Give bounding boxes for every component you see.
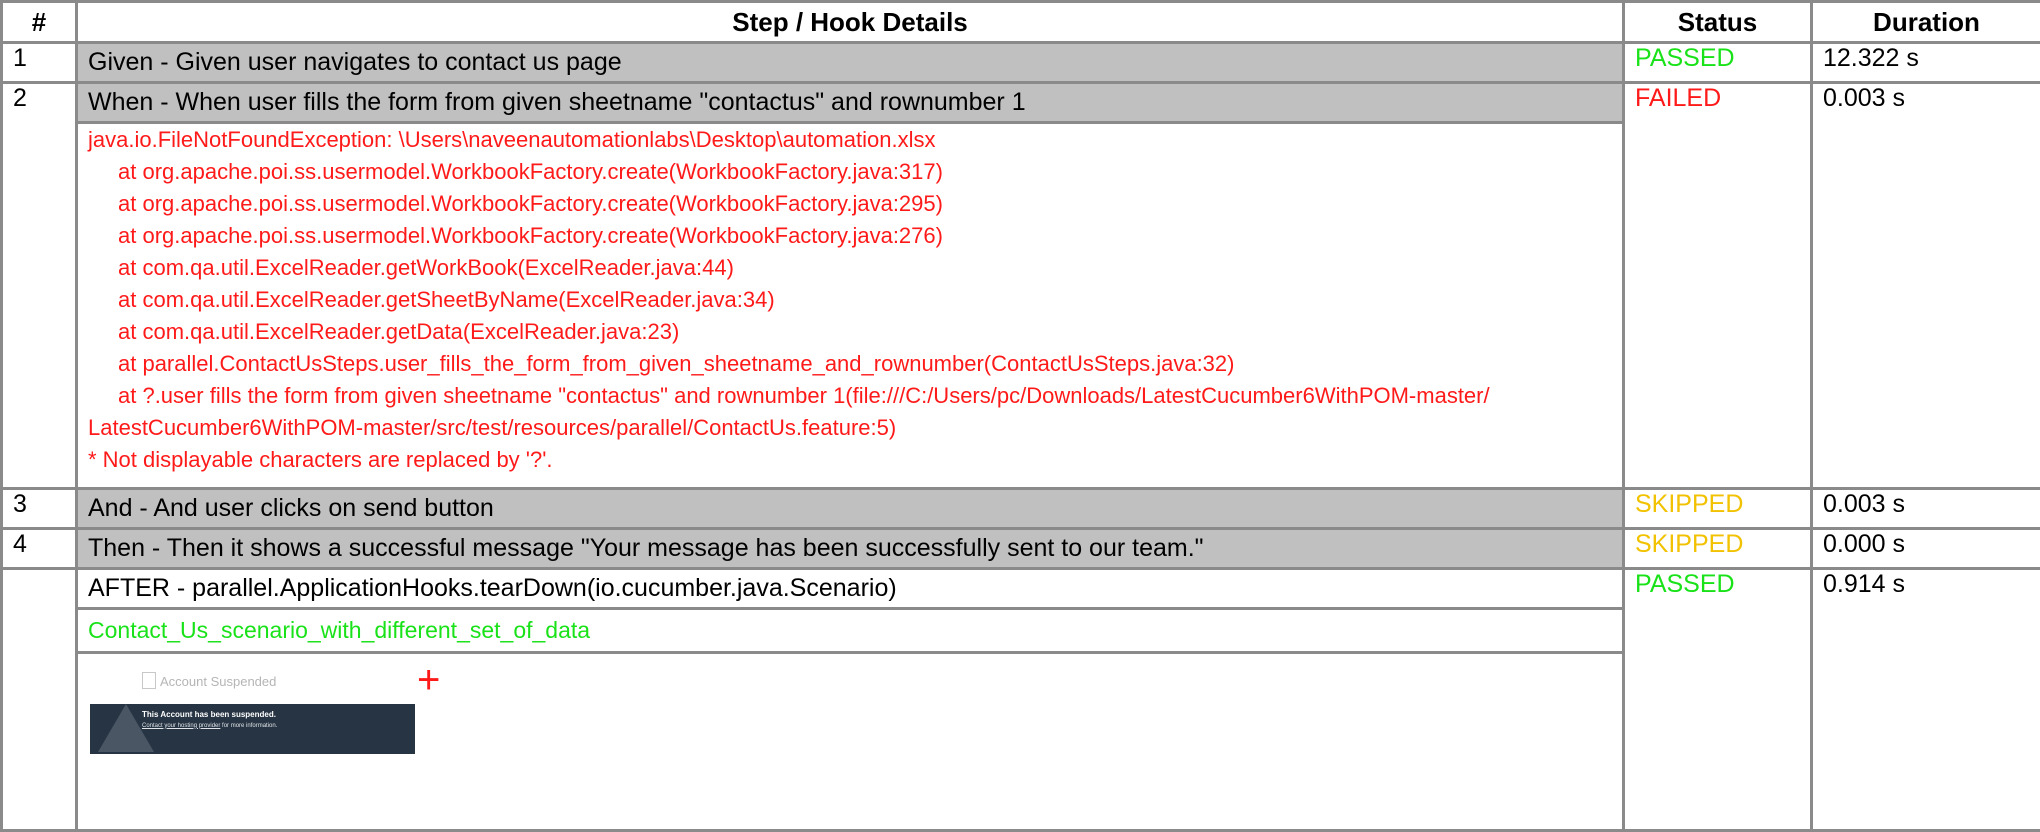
banner-link: Contact your hosting provider (142, 722, 221, 729)
thumbnail-title: Account Suspended (160, 673, 277, 689)
status-badge: SKIPPED (1622, 527, 1813, 570)
trace-line: at parallel.ContactUsSteps.user_fills_th… (118, 350, 1235, 376)
table-row: 3 And - And user clicks on send button S… (0, 487, 2040, 531)
step-duration: 0.003 s (1810, 487, 2040, 531)
table-row: 4 Then - Then it shows a successful mess… (0, 527, 2040, 570)
step-duration: 12.322 s (1810, 41, 2040, 84)
table-header-row: # Step / Hook Details Status Duration (0, 0, 2040, 44)
header-status: Status (1622, 0, 1813, 44)
suspended-banner: This Account has been suspended. Contact… (90, 703, 415, 754)
step-duration: 0.003 s (1810, 80, 2040, 491)
step-hook-table: # Step / Hook Details Status Duration 1 … (0, 0, 2040, 832)
status-badge: PASSED (1622, 566, 1813, 832)
trace-note: * Not displayable characters are replace… (88, 446, 553, 472)
step-detail: When - When user fills the form from giv… (75, 80, 1625, 124)
status-badge: FAILED (1622, 80, 1813, 491)
step-duration: 0.000 s (1810, 527, 2040, 570)
trace-line: at ?.user fills the form from given shee… (118, 382, 1490, 408)
trace-line: at org.apache.poi.ss.usermodel.WorkbookF… (118, 158, 943, 184)
step-detail: Then - Then it shows a successful messag… (75, 527, 1625, 570)
banner-rest: for more information. (220, 722, 278, 729)
header-duration: Duration (1810, 0, 2040, 44)
status-badge: SKIPPED (1622, 487, 1813, 531)
screenshot-cell: Account Suspended This Account has been … (75, 650, 1625, 832)
hook-detail: AFTER - parallel.ApplicationHooks.tearDo… (75, 566, 1625, 610)
step-detail: And - And user clicks on send button (75, 487, 1625, 531)
step-number: 1 (0, 41, 78, 84)
trace-line: at com.qa.util.ExcelReader.getSheetByNam… (118, 286, 775, 312)
table-row: 1 Given - Given user navigates to contac… (0, 41, 2040, 84)
header-num: # (0, 0, 78, 44)
plus-icon[interactable]: + (417, 660, 440, 700)
hook-number (0, 566, 78, 832)
table-row: 2 When - When user fills the form from g… (0, 80, 2040, 491)
table-row: AFTER - parallel.ApplicationHooks.tearDo… (0, 566, 2040, 832)
step-number: 4 (0, 527, 78, 570)
trace-line: LatestCucumber6WithPOM-master/src/test/r… (88, 414, 897, 440)
step-detail: Given - Given user navigates to contact … (75, 41, 1625, 84)
step-number: 3 (0, 487, 78, 531)
banner-heading: This Account has been suspended. (142, 709, 276, 719)
thumbnail-top: Account Suspended (90, 671, 410, 704)
status-badge: PASSED (1622, 41, 1813, 84)
screenshot-thumbnail[interactable]: Account Suspended This Account has been … (90, 671, 415, 754)
trace-line: at com.qa.util.ExcelReader.getData(Excel… (118, 318, 680, 344)
broken-image-icon (142, 671, 156, 689)
trace-line: at org.apache.poi.ss.usermodel.WorkbookF… (118, 190, 943, 216)
step-number: 2 (0, 80, 78, 491)
banner-subtext: Contact your hosting provider for more i… (142, 723, 277, 729)
hook-duration: 0.914 s (1810, 566, 2040, 832)
hook-output-text: Contact_Us_scenario_with_different_set_o… (75, 606, 1625, 654)
header-details: Step / Hook Details (75, 0, 1625, 44)
error-stacktrace[interactable]: java.io.FileNotFoundException: \Users\na… (75, 120, 1625, 491)
trace-line: at com.qa.util.ExcelReader.getWorkBook(E… (118, 254, 734, 280)
trace-line: java.io.FileNotFoundException: \Users\na… (88, 126, 936, 152)
trace-line: at org.apache.poi.ss.usermodel.WorkbookF… (118, 222, 943, 248)
